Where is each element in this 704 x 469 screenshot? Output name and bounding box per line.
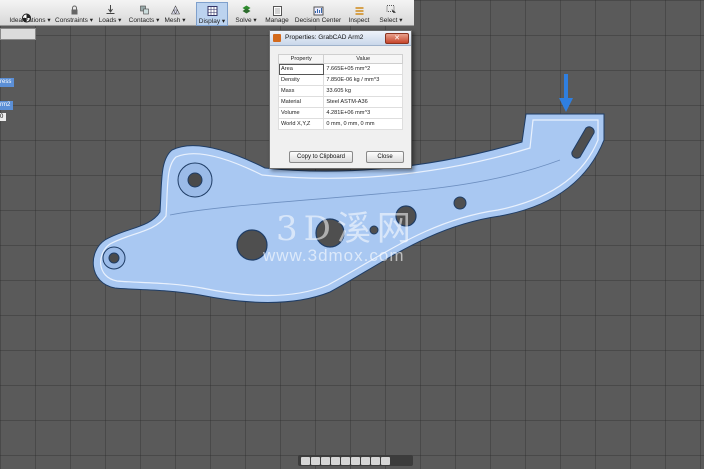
tree-item-stress[interactable]: ress	[0, 78, 15, 87]
ribbon-item-label: Inspect	[348, 17, 370, 24]
display-icon	[207, 6, 217, 16]
contacts-icon	[139, 5, 149, 15]
inspect-icon	[355, 7, 363, 15]
tree-value: 0	[0, 113, 6, 121]
lock-icon	[71, 5, 77, 15]
tree-item-arm2[interactable]: rm2	[0, 101, 14, 110]
home-view-icon[interactable]	[351, 456, 360, 465]
ribbon-item-decision-center[interactable]: Decision Center	[294, 2, 342, 24]
decision-center-icon	[313, 6, 323, 16]
ribbon-item-label: Decision Center	[294, 17, 342, 24]
ribbon-item-constraints[interactable]: Constraints ▾	[55, 2, 93, 24]
browser-panel-tab[interactable]	[0, 28, 36, 40]
property-cell[interactable]: Volume	[277, 107, 325, 119]
ribbon-item-inspect[interactable]: Inspect	[347, 2, 371, 24]
select-icon	[386, 5, 396, 15]
mesh-icon	[170, 5, 180, 15]
property-cell[interactable]: Material	[277, 96, 325, 108]
ribbon-item-label: Select ▾	[379, 17, 403, 24]
ribbon-item-solve[interactable]: Solve ▾	[235, 2, 257, 24]
ribbon-item-display[interactable]: Display ▾	[196, 2, 228, 26]
ribbon-item-select[interactable]: Select ▾	[379, 2, 403, 24]
watermark-url: www.3dmox.com	[263, 246, 405, 265]
ribbon-item-idealizations[interactable]: Idealizations ▾	[9, 2, 51, 24]
property-cell[interactable]: Mass	[277, 85, 325, 97]
dialog-title: Properties: GrabCAD Arm2	[285, 34, 364, 41]
value-cell: 4.281E+06 mm^3	[323, 107, 403, 119]
table-row[interactable]: Material Steel ASTM-A36	[277, 96, 403, 108]
app-icon	[273, 34, 281, 42]
table-row[interactable]: Mass 33.605 kg	[277, 85, 403, 97]
view-cube-icon[interactable]	[361, 456, 370, 465]
pan-icon[interactable]	[301, 456, 310, 465]
value-cell: 33.605 kg	[323, 85, 403, 97]
load-icon	[106, 5, 114, 14]
value-cell: 0 mm, 0 mm, 0 mm	[323, 118, 403, 130]
navigation-bar	[298, 455, 413, 466]
end-hole	[108, 252, 120, 264]
property-cell[interactable]: Density	[277, 74, 325, 86]
close-icon[interactable]: ✕	[385, 33, 409, 44]
close-button[interactable]: Close	[366, 151, 404, 163]
look-at-icon[interactable]	[341, 456, 350, 465]
value-cell: Steel ASTM-A36	[323, 96, 403, 108]
table-row[interactable]: World X,Y,Z 0 mm, 0 mm, 0 mm	[277, 118, 403, 130]
zoom-icon[interactable]	[311, 456, 320, 465]
ribbon-item-label: Contacts ▾	[128, 17, 160, 24]
properties-dialog: Properties: GrabCAD Arm2 ✕ Property Valu…	[269, 30, 412, 169]
ribbon-item-label: Loads ▾	[98, 17, 122, 24]
watermark-logo: 3D溪网	[276, 209, 417, 249]
ribbon-item-label: Solve ▾	[235, 17, 257, 24]
property-cell[interactable]: World X,Y,Z	[277, 118, 325, 130]
ribbon-item-label: Manage	[265, 17, 289, 24]
table-header-row: Property Value	[277, 54, 403, 64]
column-header-value: Value	[323, 54, 403, 64]
ribbon-item-contacts[interactable]: Contacts ▾	[129, 2, 159, 24]
column-header-property: Property	[277, 54, 325, 64]
pivot-hole	[187, 172, 203, 188]
table-row[interactable]: Density 7.850E-06 kg / mm^3	[277, 74, 403, 86]
value-cell: 7.850E-06 kg / mm^3	[323, 74, 403, 86]
property-cell[interactable]: Area	[277, 63, 325, 75]
ribbon-item-mesh[interactable]: Mesh ▾	[165, 2, 185, 24]
copy-to-clipboard-button[interactable]: Copy to Clipboard	[289, 151, 353, 163]
table-row[interactable]: Area 7.665E+05 mm^2	[277, 63, 403, 75]
ribbon-item-label: Display ▾	[198, 18, 226, 25]
table-row[interactable]: Volume 4.281E+06 mm^3	[277, 107, 403, 119]
ribbon-toolbar: Idealizations ▾ Constraints ▾ Loads ▾ Co…	[0, 0, 414, 26]
dialog-titlebar[interactable]: Properties: GrabCAD Arm2 ✕	[270, 31, 411, 46]
display-settings-icon[interactable]	[381, 456, 390, 465]
orbit-icon[interactable]	[331, 456, 340, 465]
ribbon-item-label: Idealizations ▾	[9, 17, 51, 24]
ribbon-item-label: Mesh ▾	[164, 17, 186, 24]
value-cell: 7.665E+05 mm^2	[323, 63, 403, 75]
visual-style-icon[interactable]	[371, 456, 380, 465]
manage-icon	[272, 6, 282, 16]
ribbon-item-manage[interactable]: Manage	[265, 2, 289, 24]
solve-icon	[242, 5, 250, 14]
ribbon-item-loads[interactable]: Loads ▾	[99, 2, 121, 24]
load-arrow-icon	[559, 74, 573, 112]
properties-table: Property Value Area 7.665E+05 mm^2 Densi…	[277, 54, 403, 130]
ribbon-item-label: Constraints ▾	[55, 17, 93, 24]
hole-small-2	[453, 196, 467, 210]
zoom-window-icon[interactable]	[321, 456, 330, 465]
